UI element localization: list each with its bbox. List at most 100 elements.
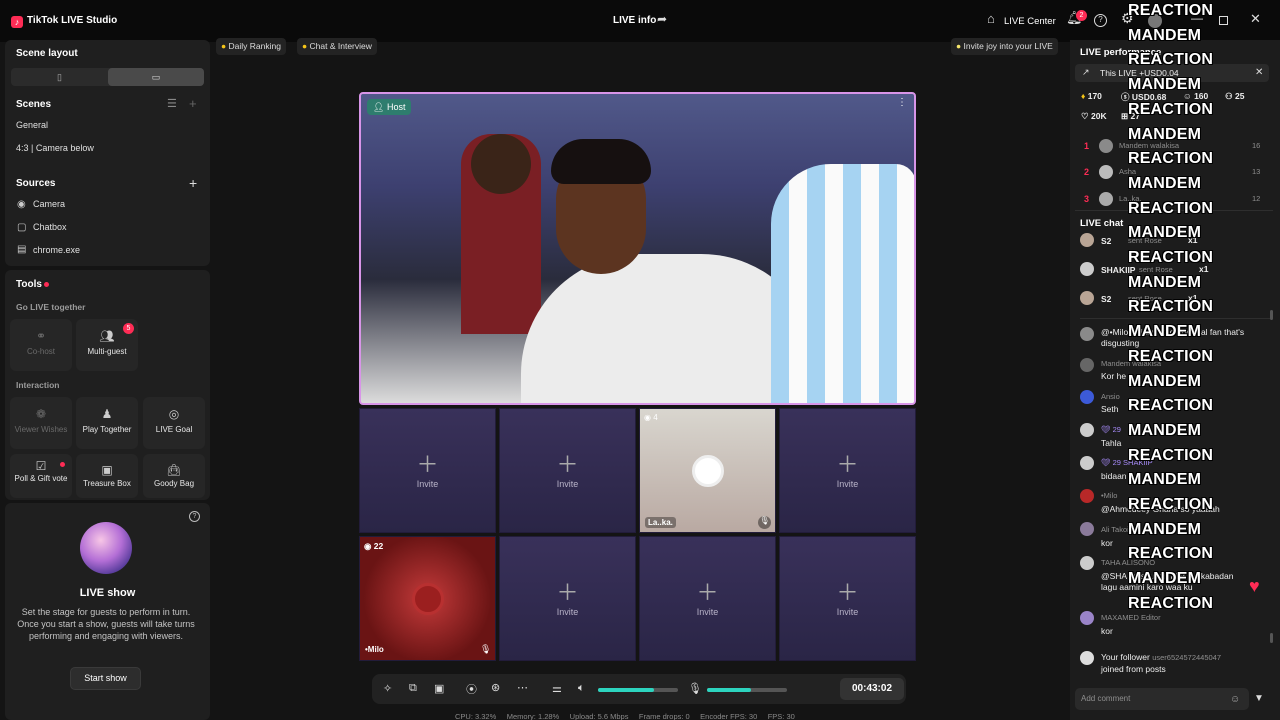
treasure-icon: ▣	[101, 463, 113, 477]
daily-ranking-chip[interactable]: ● Daily Ranking	[216, 38, 286, 55]
rank-2: 2	[1084, 167, 1090, 177]
gift-sender[interactable]: S2	[1101, 294, 1111, 304]
host-tag: 👤︎ Host	[367, 99, 412, 115]
live-goal-button[interactable]: ◎ LIVE Goal	[143, 397, 205, 449]
poll-label: Poll & Gift vote	[14, 474, 68, 483]
settings-sliders-icon[interactable]: ⚌	[552, 682, 562, 695]
overlay-word: MANDEM	[1128, 570, 1202, 588]
speaker-icon[interactable]: 🔈︎	[578, 682, 585, 695]
chat-message: kor	[1101, 538, 1113, 548]
invite-joy-label: Invite joy into your LIVE	[963, 41, 1053, 51]
avatar	[1080, 390, 1094, 404]
person-right-jersey	[771, 164, 914, 403]
guest-slot-1[interactable]: ＋ Invite	[359, 408, 496, 533]
landscape-layout-button[interactable]: ▭	[108, 68, 204, 86]
emoji-icon[interactable]: ☺	[1230, 694, 1240, 705]
avatar	[1080, 456, 1094, 470]
tools-dot	[44, 282, 49, 287]
scene-layout-title: Scene layout	[16, 48, 78, 59]
live-show-title: LIVE show	[79, 587, 136, 599]
goody-bag-button[interactable]: 👜︎ Goody Bag	[143, 454, 205, 498]
screen-icon[interactable]: ▣	[434, 682, 444, 695]
guest-slot-4[interactable]: ＋ Invite	[779, 408, 916, 533]
guest-slot-2[interactable]: ＋ Invite	[499, 408, 636, 533]
chat-message: Kor he	[1101, 371, 1127, 381]
mic-slider[interactable]	[707, 688, 787, 692]
source-chatbox[interactable]: Chatbox	[33, 222, 67, 232]
help-icon[interactable]: ?	[1094, 14, 1107, 27]
live-center-link[interactable]: LIVE Center	[1004, 16, 1056, 27]
scene-item-general[interactable]: General	[16, 120, 48, 130]
play-together-button[interactable]: ♟ Play Together	[76, 397, 138, 449]
overlay-word: MANDEM	[1128, 323, 1202, 341]
magic-wand-icon[interactable]: ✧	[383, 682, 392, 695]
memory-stat: Memory: 1.28%	[506, 712, 560, 720]
guest-slot-5[interactable]: ◉ 22 •Milo 🎙︎	[359, 536, 496, 661]
camera-icon: ◉	[17, 199, 26, 210]
portrait-layout-button[interactable]: ▯	[11, 68, 108, 86]
live-goal-label: LIVE Goal	[155, 425, 193, 434]
add-source-icon[interactable]: +	[189, 175, 197, 191]
viewer-wishes-button[interactable]: ❁ Viewer Wishes	[10, 397, 72, 449]
add-scene-icon[interactable]: +	[189, 96, 197, 111]
bulb-icon: ●	[956, 41, 962, 51]
layers-icon[interactable]: ⧉	[409, 682, 417, 695]
filter-icon[interactable]: ▼	[1254, 693, 1264, 704]
source-camera[interactable]: Camera	[33, 199, 65, 209]
scene-item-camera-below[interactable]: 4:3 | Camera below	[16, 143, 94, 153]
more-options-icon[interactable]: ⋯	[517, 681, 528, 694]
window-icon: ▤	[17, 244, 27, 255]
share-icon[interactable]: ➦	[657, 12, 667, 26]
chat-interview-label: Chat & Interview	[309, 41, 372, 51]
volume-slider[interactable]	[598, 688, 678, 692]
chat-username[interactable]: Ansio	[1101, 392, 1120, 401]
mic-icon[interactable]: 🎙︎	[480, 644, 491, 655]
guest-slot-7[interactable]: ＋ Invite	[639, 536, 776, 661]
overlay-word: MANDEM	[1128, 471, 1202, 489]
camera-switch-icon[interactable]: ⊛	[491, 681, 500, 694]
person-left-head	[471, 134, 531, 194]
chat-username[interactable]: Ali Takoi	[1101, 525, 1129, 534]
overlay-word: MANDEM	[1128, 125, 1202, 143]
volume-fill	[598, 688, 654, 692]
invite-joy-chip[interactable]: ● Invite joy into your LIVE	[951, 38, 1058, 55]
scrollbar[interactable]	[1270, 633, 1273, 643]
overlay-word: MANDEM	[1128, 26, 1202, 44]
mic-muted-icon[interactable]: 🎙︎	[758, 516, 771, 529]
record-icon[interactable]: ⦿	[466, 681, 477, 697]
user-level: 29	[1112, 425, 1121, 434]
likes-value: 20K	[1091, 111, 1107, 121]
follower-username[interactable]: user6524572445047	[1152, 653, 1221, 662]
app-window: ♪ TikTok LIVE Studio LIVE info ➦ ⌂ LIVE …	[0, 0, 1280, 720]
overlay-word: REACTION	[1128, 2, 1214, 19]
poll-gift-vote-button[interactable]: ☑ Poll & Gift vote	[10, 454, 72, 498]
chat-interview-chip[interactable]: ● Chat & Interview	[297, 38, 377, 55]
start-show-button[interactable]: Start show	[70, 667, 141, 690]
home-icon[interactable]: ⌂	[987, 11, 995, 26]
chat-username[interactable]: •Milo	[1101, 491, 1117, 500]
source-chrome[interactable]: chrome.exe	[33, 245, 80, 255]
live-info-title[interactable]: LIVE info	[613, 15, 656, 26]
guest-slot-3[interactable]: ◉ 4 La..ka. 🎙︎	[639, 408, 776, 533]
chat-username[interactable]: 💜︎ 29	[1101, 425, 1121, 434]
guest-slot-6[interactable]: ＋ Invite	[499, 536, 636, 661]
microphone-icon[interactable]: 🎙︎	[688, 682, 702, 695]
add-comment-input[interactable]: Add comment	[1075, 688, 1249, 710]
more-icon[interactable]: ⋮	[897, 97, 907, 108]
cohost-button[interactable]: ⚭ Co-host	[10, 319, 72, 371]
upload-stat: Upload: 5.6 Mbps	[569, 712, 629, 720]
host-video[interactable]	[359, 92, 916, 405]
info-icon[interactable]: ?	[189, 511, 200, 522]
wishes-icon: ❁	[35, 407, 47, 421]
overlay-word: REACTION	[1128, 100, 1214, 118]
overlay-word: MANDEM	[1128, 174, 1202, 192]
chat-message: kor	[1101, 626, 1113, 636]
avatar	[1080, 358, 1094, 372]
guest-slot-8[interactable]: ＋ Invite	[779, 536, 916, 661]
gift-sender[interactable]: S2	[1101, 236, 1111, 246]
list-icon[interactable]: ☰	[167, 97, 177, 110]
mic-fill	[707, 688, 751, 692]
overlay-word: MANDEM	[1128, 372, 1202, 390]
treasure-box-button[interactable]: ▣ Treasure Box	[76, 454, 138, 498]
guest-count: ◉ 22	[364, 541, 384, 551]
